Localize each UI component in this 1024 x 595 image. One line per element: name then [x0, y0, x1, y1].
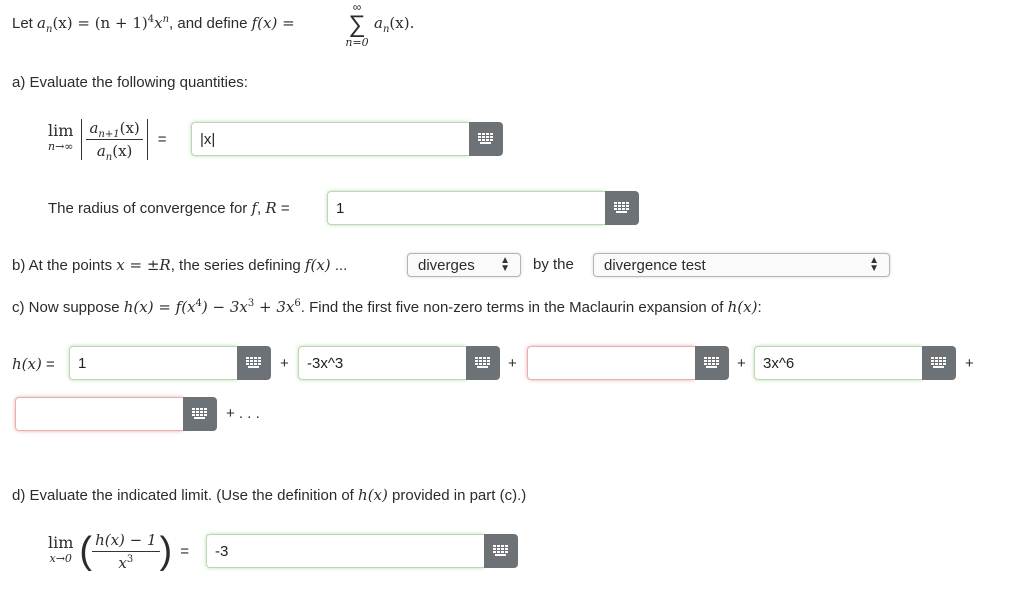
- plus-sign: +: [965, 355, 974, 372]
- keyboard-icon[interactable]: [695, 346, 729, 380]
- term-3-input[interactable]: [527, 346, 695, 380]
- updown-caret-icon: ▲ ▼: [869, 255, 879, 274]
- keyboard-icon[interactable]: [605, 191, 639, 225]
- plus-sign: +: [508, 355, 517, 372]
- part-c-text: c) Now suppose h(x) = f(x4) − 3x3 + 3x6.…: [12, 298, 762, 316]
- plus-sign: +: [280, 355, 289, 372]
- convergence-select[interactable]: diverges ▲ ▼: [407, 253, 521, 277]
- ratio-limit-input[interactable]: [191, 122, 469, 156]
- keyboard-icon[interactable]: [922, 346, 956, 380]
- radius-label: The radius of convergence for f, R =: [48, 199, 290, 217]
- part-b-text: b) At the points x = ±R, the series defi…: [12, 256, 348, 274]
- ratio-limit-expression: lim n→∞ an+1(x) an(x) =: [48, 118, 167, 163]
- problem-statement: Let an(x) = (n + 1)4xn, and define f(x) …: [12, 14, 295, 35]
- test-select[interactable]: divergence test ▲ ▼: [593, 253, 890, 277]
- keyboard-icon[interactable]: [466, 346, 500, 380]
- term-4-input[interactable]: [754, 346, 922, 380]
- radius-input[interactable]: [327, 191, 605, 225]
- keyboard-icon[interactable]: [484, 534, 518, 568]
- limit-d-input[interactable]: [206, 534, 484, 568]
- term-1-input[interactable]: [69, 346, 237, 380]
- by-the-label: by the: [533, 256, 574, 273]
- sum-term: an(x).: [374, 14, 415, 35]
- term-5-input[interactable]: [15, 397, 183, 431]
- part-a-heading: a) Evaluate the following quantities:: [12, 74, 248, 91]
- part-d-text: d) Evaluate the indicated limit. (Use th…: [12, 486, 527, 504]
- limit-expression-d: lim x→0 ( h(x) − 1 x3 ) =: [48, 530, 189, 572]
- keyboard-icon[interactable]: [183, 397, 217, 431]
- sigma-symbol: ∞ ∑ n=0: [345, 0, 369, 49]
- keyboard-icon[interactable]: [469, 122, 503, 156]
- updown-caret-icon: ▲ ▼: [500, 255, 510, 274]
- hx-label: h(x) =: [12, 355, 55, 373]
- trailing-ellipsis: + . . .: [226, 405, 260, 422]
- term-2-input[interactable]: [298, 346, 466, 380]
- plus-sign: +: [737, 355, 746, 372]
- keyboard-icon[interactable]: [237, 346, 271, 380]
